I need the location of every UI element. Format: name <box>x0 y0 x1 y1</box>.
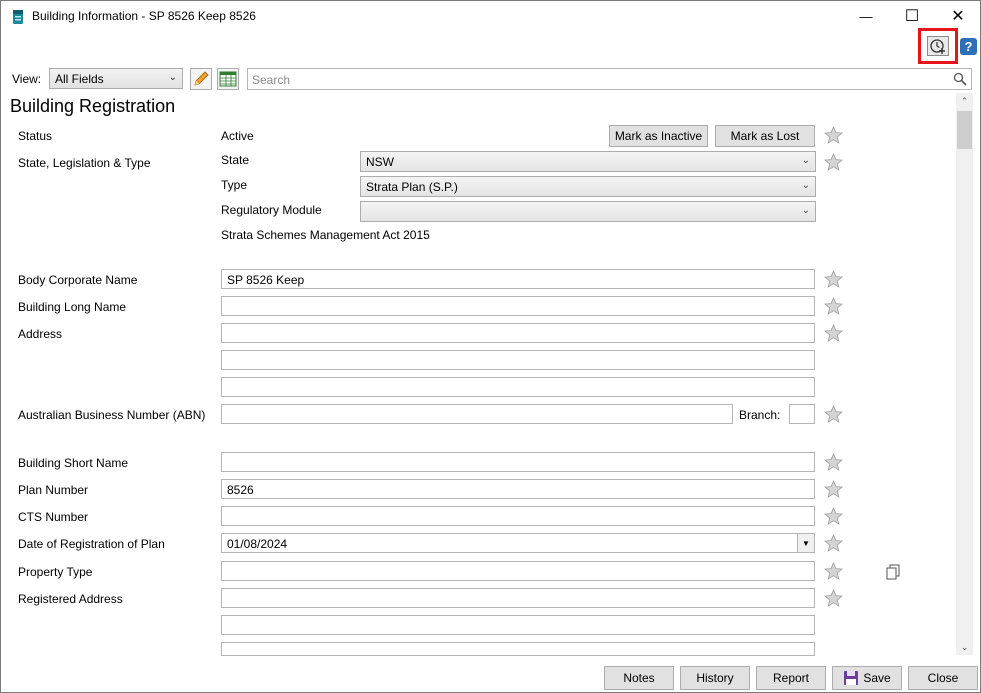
state-select-value: NSW <box>366 155 394 169</box>
body-corporate-label: Body Corporate Name <box>18 273 138 287</box>
registered-address-line1-input[interactable] <box>221 588 815 608</box>
view-select[interactable]: All Fields ⌄ <box>49 68 183 89</box>
state-label: State <box>221 153 250 167</box>
maximize-icon: ☐ <box>904 8 920 25</box>
favorite-star-icon[interactable] <box>824 297 843 315</box>
chevron-down-icon: ⌄ <box>801 155 810 166</box>
close-button[interactable]: Close <box>908 666 978 690</box>
registered-address-label: Registered Address <box>18 592 123 606</box>
window-title: Building Information - SP 8526 Keep 8526 <box>32 9 256 23</box>
regulatory-module-label: Regulatory Module <box>221 203 322 217</box>
mark-lost-button[interactable]: Mark as Lost <box>715 125 815 147</box>
clock-plus-icon <box>930 39 945 54</box>
mark-inactive-button[interactable]: Mark as Inactive <box>609 125 708 147</box>
date-registration-value: 01/08/2024 <box>227 537 288 551</box>
copy-icon[interactable] <box>885 564 901 580</box>
plan-number-label: Plan Number <box>18 483 89 497</box>
building-information-window: Building Information - SP 8526 Keep 8526… <box>0 0 981 693</box>
branch-input[interactable] <box>789 404 815 424</box>
scroll-down-icon[interactable]: ⌄ <box>956 639 973 655</box>
abn-input[interactable] <box>221 404 733 424</box>
save-button[interactable]: Save <box>832 666 902 690</box>
section-title: Building Registration <box>10 96 176 116</box>
favorite-star-icon[interactable] <box>824 324 843 342</box>
favorite-star-icon[interactable] <box>824 270 843 288</box>
property-type-input[interactable] <box>221 561 815 581</box>
edit-view-button[interactable] <box>190 68 212 90</box>
favorite-star-icon[interactable] <box>824 507 843 525</box>
search-input[interactable]: Search <box>247 68 972 90</box>
regulatory-module-select[interactable]: ⌄ <box>360 201 816 222</box>
status-value: Active <box>221 129 254 143</box>
address-line2-input[interactable] <box>221 350 815 370</box>
history-button[interactable]: History <box>680 666 750 690</box>
registered-address-line2-input[interactable] <box>221 615 815 635</box>
state-select[interactable]: NSW ⌄ <box>360 151 816 172</box>
favorite-star-icon[interactable] <box>824 589 843 607</box>
spreadsheet-icon <box>219 71 237 87</box>
cts-number-input[interactable] <box>221 506 815 526</box>
report-button[interactable]: Report <box>756 666 826 690</box>
long-name-input[interactable] <box>221 296 815 316</box>
date-registration-input[interactable]: 01/08/2024 ▼ <box>221 533 815 553</box>
grid-view-button[interactable] <box>217 68 239 90</box>
address-line3-input[interactable] <box>221 377 815 397</box>
abn-label: Australian Business Number (ABN) <box>18 408 206 422</box>
add-schedule-button[interactable] <box>927 36 949 56</box>
app-logo-icon <box>13 10 23 24</box>
save-button-label: Save <box>863 671 891 685</box>
address-line1-input[interactable] <box>221 323 815 343</box>
registered-address-line3-input[interactable] <box>221 642 815 656</box>
chevron-down-icon: ⌄ <box>801 180 810 191</box>
plan-number-input[interactable]: 8526 <box>221 479 815 499</box>
favorite-star-icon[interactable] <box>824 453 843 471</box>
floppy-disk-icon <box>844 671 859 685</box>
date-registration-label: Date of Registration of Plan <box>18 537 165 551</box>
title-bar: Building Information - SP 8526 Keep 8526… <box>1 1 980 32</box>
minimize-icon: — <box>859 8 873 24</box>
view-select-value: All Fields <box>55 72 104 86</box>
close-window-button[interactable]: ✕ <box>935 1 980 31</box>
search-placeholder: Search <box>252 73 291 87</box>
pencil-icon <box>194 71 209 86</box>
minimize-button[interactable]: — <box>843 1 889 31</box>
cts-number-label: CTS Number <box>18 510 89 524</box>
favorite-star-icon[interactable] <box>824 534 843 552</box>
favorite-star-icon[interactable] <box>824 126 843 144</box>
vertical-scrollbar[interactable]: ⌃ ⌄ <box>956 93 973 655</box>
branch-label: Branch: <box>739 408 781 422</box>
close-icon: ✕ <box>951 8 965 25</box>
favorite-star-icon[interactable] <box>824 480 843 498</box>
long-name-label: Building Long Name <box>18 300 127 314</box>
favorite-star-icon[interactable] <box>824 562 843 580</box>
chevron-down-icon: ⌄ <box>168 72 177 83</box>
short-name-label: Building Short Name <box>18 456 129 470</box>
search-icon <box>953 72 967 86</box>
scroll-up-icon[interactable]: ⌃ <box>956 93 973 109</box>
act-text: Strata Schemes Management Act 2015 <box>221 228 430 242</box>
type-select-value: Strata Plan (S.P.) <box>366 180 458 194</box>
scrollbar-thumb[interactable] <box>957 111 972 149</box>
body-corporate-input[interactable]: SP 8526 Keep <box>221 269 815 289</box>
type-select[interactable]: Strata Plan (S.P.) ⌄ <box>360 176 816 197</box>
caret-down-icon: ▼ <box>802 538 810 548</box>
favorite-star-icon[interactable] <box>824 405 843 423</box>
type-label: Type <box>221 178 248 192</box>
chevron-down-icon: ⌄ <box>801 205 810 216</box>
legislation-label: State, Legislation & Type <box>18 156 151 170</box>
maximize-button[interactable]: ☐ <box>889 1 935 31</box>
date-dropdown-button[interactable]: ▼ <box>797 534 814 552</box>
view-label: View: <box>12 72 42 86</box>
help-button[interactable]: ? <box>960 38 977 55</box>
help-icon: ? <box>964 39 973 54</box>
favorite-star-icon[interactable] <box>824 153 843 171</box>
short-name-input[interactable] <box>221 452 815 472</box>
property-type-label: Property Type <box>18 565 93 579</box>
status-label: Status <box>18 129 53 143</box>
address-label: Address <box>18 327 63 341</box>
notes-button[interactable]: Notes <box>604 666 674 690</box>
